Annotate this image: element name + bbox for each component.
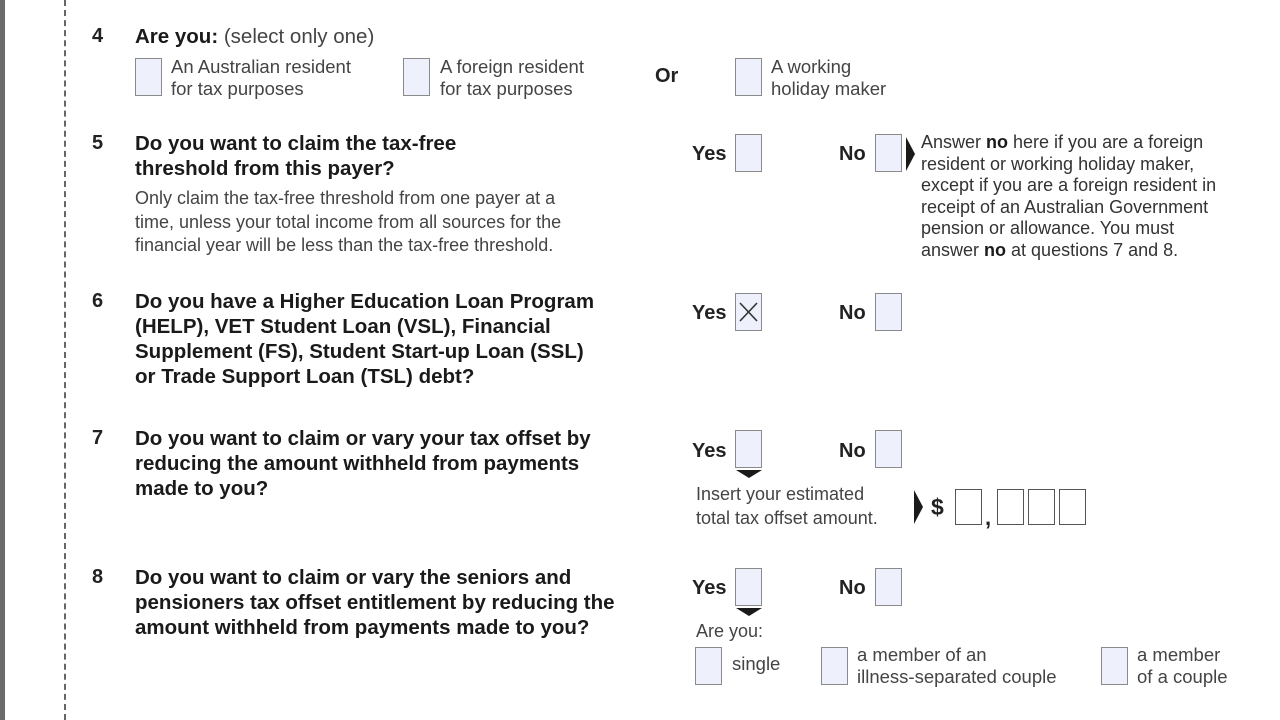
question-4-title: Are you: (select only one) <box>135 25 374 49</box>
cut-line <box>64 0 66 720</box>
q7-no-checkbox[interactable] <box>875 430 902 468</box>
single-checkbox[interactable] <box>695 647 722 685</box>
title-line: Do you want to claim or vary the seniors… <box>135 566 572 589</box>
illness-separated-couple-checkbox[interactable] <box>821 647 848 685</box>
note-line: pension or allowance. You must <box>921 218 1175 238</box>
title-line: amount withheld from payments made to yo… <box>135 616 590 639</box>
no-label: No <box>839 143 866 165</box>
arrow-down-icon <box>736 608 762 616</box>
q8-yes-checkbox[interactable] <box>735 568 762 606</box>
label-line: total tax offset amount. <box>696 507 878 528</box>
question-number: 4 <box>92 25 104 47</box>
are-you-label: Are you: <box>696 621 764 641</box>
title-line: made to you? <box>135 477 269 500</box>
q5-note: Answer no here if you are a foreign resi… <box>921 132 1216 261</box>
no-label: No <box>839 577 866 599</box>
option-label: a member of a couple <box>1137 644 1228 688</box>
option-line: for tax purposes <box>171 78 304 99</box>
thousands-comma: , <box>985 505 992 530</box>
option-line: holiday maker <box>771 78 887 99</box>
title-line: or Trade Support Loan (TSL) debt? <box>135 365 475 388</box>
option-label: A working holiday maker <box>771 56 886 100</box>
australian-resident-checkbox[interactable] <box>135 58 162 96</box>
question-number: 5 <box>92 132 104 154</box>
option-line: of a couple <box>1137 666 1228 687</box>
option-label: a member of an illness-separated couple <box>857 644 1057 688</box>
option-label: single <box>732 653 781 674</box>
arrow-right-icon <box>914 490 923 524</box>
question-7-title: Do you want to claim or vary your tax of… <box>135 426 591 501</box>
question-hint: (select only one) <box>223 25 375 48</box>
label-line: Insert your estimated <box>696 484 865 504</box>
member-of-couple-checkbox[interactable] <box>1101 647 1128 685</box>
option-line: An Australian resident <box>171 56 351 77</box>
no-label: No <box>839 440 866 462</box>
yes-label: Yes <box>692 577 727 599</box>
body-line: Only claim the tax-free threshold from o… <box>135 188 556 208</box>
question-5-title: Do you want to claim the tax-free thresho… <box>135 131 456 181</box>
note-line: answer no at questions 7 and 8. <box>921 239 1179 260</box>
or-label: Or <box>655 65 679 87</box>
question-5-body: Only claim the tax-free threshold from o… <box>135 187 561 258</box>
q5-yes-checkbox[interactable] <box>735 134 762 172</box>
yes-label: Yes <box>692 302 727 324</box>
arrow-right-icon <box>906 137 915 171</box>
body-line: financial year will be less than the tax… <box>135 235 554 255</box>
amount-digit-box[interactable] <box>997 489 1024 525</box>
option-line: A foreign resident <box>440 56 584 77</box>
title-line: Do you have a Higher Education Loan Prog… <box>135 290 595 313</box>
body-line: time, unless your total income from all … <box>135 211 562 232</box>
title-line: reducing the amount withheld from paymen… <box>135 452 580 475</box>
option-line: for tax purposes <box>440 78 573 99</box>
title-line: Supplement (FS), Student Start-up Loan (… <box>135 340 584 363</box>
title-line: threshold from this payer? <box>135 157 395 180</box>
amount-digit-box[interactable] <box>1028 489 1055 525</box>
foreign-resident-checkbox[interactable] <box>403 58 430 96</box>
currency-symbol: $ <box>931 494 944 520</box>
viewer-left-edge <box>0 0 5 720</box>
working-holiday-maker-checkbox[interactable] <box>735 58 762 96</box>
question-title: Are you: <box>135 25 219 48</box>
question-6-title: Do you have a Higher Education Loan Prog… <box>135 289 594 389</box>
question-number: 7 <box>92 427 104 449</box>
option-line: a member of an <box>857 644 987 665</box>
question-number: 6 <box>92 290 104 312</box>
q7-yes-checkbox[interactable] <box>735 430 762 468</box>
option-label: An Australian resident for tax purposes <box>171 56 351 100</box>
q6-no-checkbox[interactable] <box>875 293 902 331</box>
insert-offset-label: Insert your estimated total tax offset am… <box>696 483 878 530</box>
title-line: Do you want to claim the tax-free <box>135 132 457 155</box>
title-line: Do you want to claim or vary your tax of… <box>135 427 591 450</box>
cross-mark-icon <box>739 302 758 322</box>
q6-yes-checkbox[interactable] <box>735 293 762 331</box>
q8-no-checkbox[interactable] <box>875 568 902 606</box>
option-line: A working <box>771 56 852 77</box>
title-line: pensioners tax offset entitlement by red… <box>135 591 615 614</box>
question-8-title: Do you want to claim or vary the seniors… <box>135 565 615 640</box>
no-label: No <box>839 302 866 324</box>
note-line: resident or working holiday maker, <box>921 153 1195 174</box>
option-line: illness-separated couple <box>857 666 1057 687</box>
q5-no-checkbox[interactable] <box>875 134 902 172</box>
note-line: except if you are a foreign resident in <box>921 175 1217 195</box>
option-line: a member <box>1137 644 1221 665</box>
amount-digit-box[interactable] <box>955 489 982 525</box>
title-line: (HELP), VET Student Loan (VSL), Financia… <box>135 315 551 338</box>
yes-label: Yes <box>692 440 727 462</box>
note-line: Answer no here if you are a foreign <box>921 132 1204 152</box>
yes-label: Yes <box>692 143 727 165</box>
option-label: A foreign resident for tax purposes <box>440 56 584 100</box>
arrow-down-icon <box>736 470 762 478</box>
amount-digit-box[interactable] <box>1059 489 1086 525</box>
note-line: receipt of an Australian Government <box>921 196 1209 217</box>
question-number: 8 <box>92 566 104 588</box>
